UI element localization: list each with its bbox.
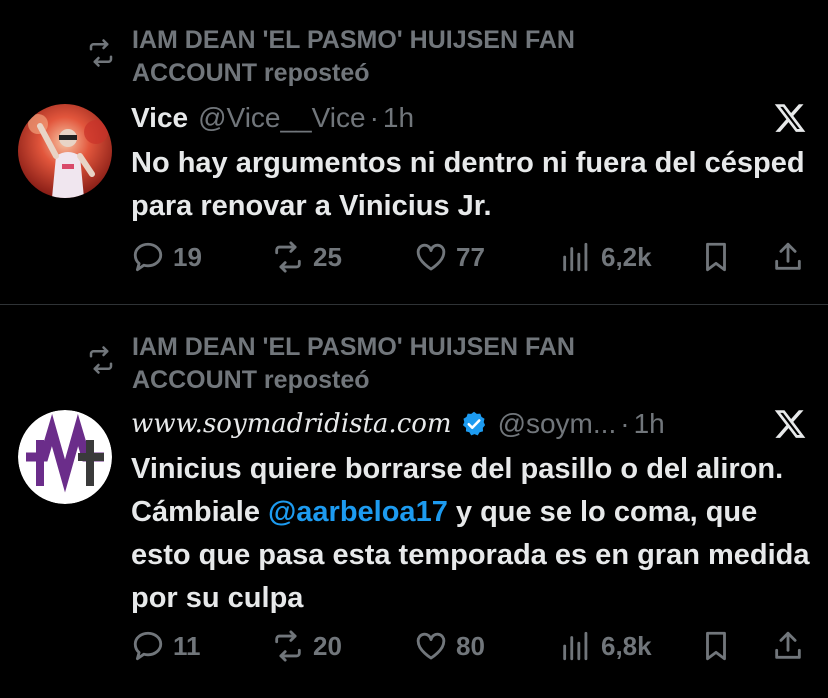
views-button[interactable]: 6,2k	[559, 240, 652, 274]
share-icon	[775, 242, 801, 270]
reply-button[interactable]: 11	[131, 629, 201, 663]
like-button[interactable]: 80	[414, 629, 485, 663]
author-name[interactable]: www.soymadridista.com	[131, 407, 452, 441]
tweet-header: www.soymadridista.com @soym... · 1h	[131, 407, 665, 441]
reply-icon	[133, 242, 163, 272]
repost-count: 25	[313, 241, 342, 272]
repost-icon	[89, 346, 113, 374]
views-icon	[563, 631, 588, 661]
timestamp[interactable]: 1h	[634, 407, 665, 441]
share-button[interactable]	[771, 629, 805, 663]
mention-link[interactable]: @aarbeloa17	[268, 496, 448, 528]
repost-icon	[89, 39, 113, 67]
x-logo-icon[interactable]	[772, 101, 808, 135]
bookmark-icon	[706, 631, 726, 661]
action-bar: 19 25 77 6,2k	[131, 240, 811, 280]
verified-icon	[462, 411, 485, 436]
tweet-text: No hay argumentos ni dentro ni fuera del…	[131, 147, 805, 222]
reposted-by-text[interactable]: IAM DEAN 'EL PASMO' HUIJSEN FAN ACCOUNT …	[132, 24, 652, 90]
like-icon	[416, 243, 446, 271]
view-count: 6,2k	[601, 241, 652, 272]
share-button[interactable]	[771, 240, 805, 274]
reply-icon	[133, 631, 163, 661]
views-button[interactable]: 6,8k	[559, 629, 652, 663]
reply-button[interactable]: 19	[131, 240, 202, 274]
like-count: 80	[456, 630, 485, 661]
bookmark-icon	[706, 242, 726, 272]
soymadridista-logo	[18, 410, 112, 504]
author-handle[interactable]: @soym...	[498, 407, 617, 441]
author-name[interactable]: Vice	[131, 101, 188, 135]
tweet-header: Vice @Vice__Vice · 1h	[131, 101, 414, 135]
x-logo-icon[interactable]	[772, 407, 808, 441]
reply-count: 11	[173, 630, 201, 661]
repost-button[interactable]: 20	[271, 629, 342, 663]
avatar[interactable]	[18, 104, 112, 198]
repost-indicator: IAM DEAN 'EL PASMO' HUIJSEN FAN ACCOUNT …	[86, 24, 652, 90]
separator-dot: ·	[620, 408, 630, 439]
author-handle[interactable]: @Vice__Vice	[198, 101, 366, 135]
repost-button[interactable]: 25	[271, 240, 342, 274]
like-icon	[416, 632, 446, 660]
reposted-by-text[interactable]: IAM DEAN 'EL PASMO' HUIJSEN FAN ACCOUNT …	[132, 331, 652, 397]
like-count: 77	[456, 241, 485, 272]
repost-indicator: IAM DEAN 'EL PASMO' HUIJSEN FAN ACCOUNT …	[86, 331, 652, 397]
like-button[interactable]: 77	[414, 240, 485, 274]
repost-count: 20	[313, 630, 342, 661]
bookmark-button[interactable]	[699, 629, 733, 663]
tweet-card[interactable]: IAM DEAN 'EL PASMO' HUIJSEN FAN ACCOUNT …	[0, 305, 828, 698]
timestamp[interactable]: 1h	[383, 101, 414, 135]
view-count: 6,8k	[601, 630, 652, 661]
retweet-icon	[275, 630, 301, 662]
reply-count: 19	[173, 241, 202, 272]
share-icon	[775, 631, 801, 659]
views-icon	[563, 242, 588, 272]
avatar[interactable]	[18, 410, 112, 504]
separator-dot: ·	[369, 102, 379, 133]
bookmark-button[interactable]	[699, 240, 733, 274]
avatar-image	[18, 104, 112, 198]
tweet-text: Vinicius quiere borrarse del pasillo o d…	[131, 448, 811, 620]
tweet-card[interactable]: IAM DEAN 'EL PASMO' HUIJSEN FAN ACCOUNT …	[0, 0, 828, 304]
retweet-icon	[275, 241, 301, 273]
action-bar: 11 20 80 6,8k	[131, 629, 811, 669]
